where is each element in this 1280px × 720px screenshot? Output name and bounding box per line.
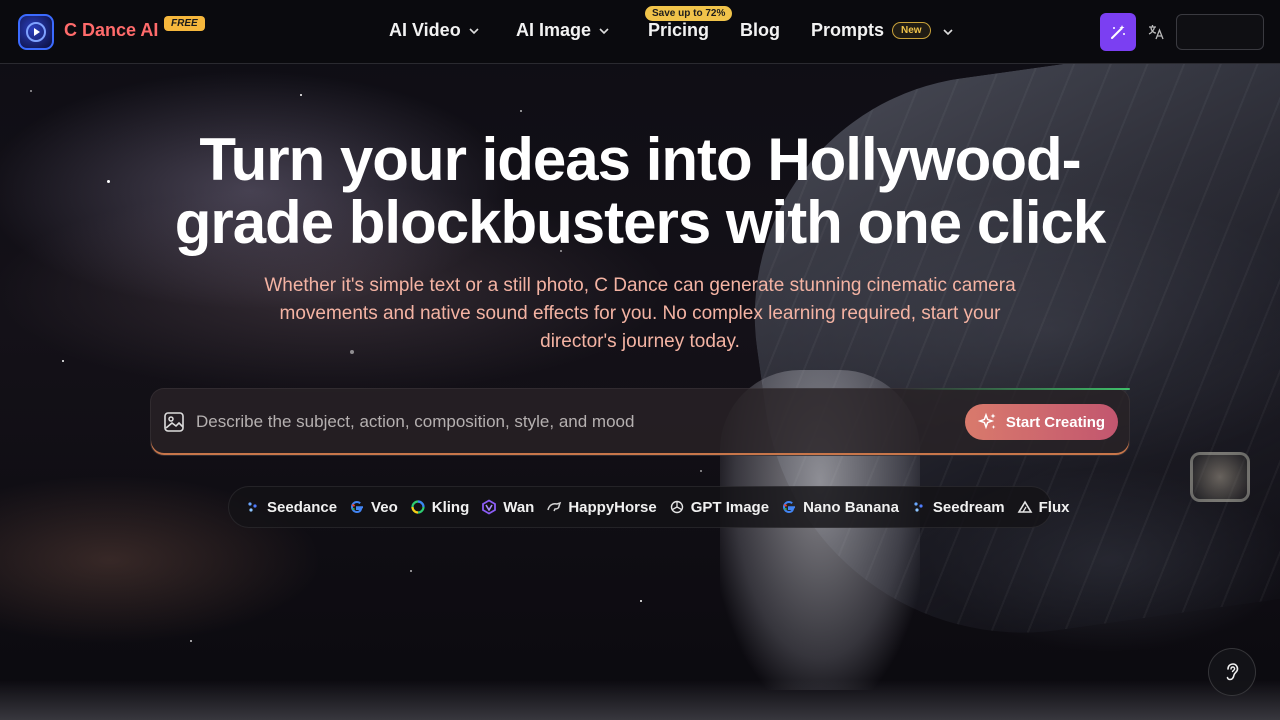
magic-wand-button[interactable]	[1100, 13, 1136, 51]
seedance-icon	[248, 502, 257, 512]
model-gpt-image[interactable]: GPT Image	[669, 499, 769, 516]
model-wan[interactable]: Wan	[481, 499, 534, 516]
start-creating-button[interactable]: Start Creating	[965, 404, 1118, 440]
chevron-down-icon[interactable]	[943, 27, 953, 37]
google-icon	[783, 500, 796, 514]
brand-name[interactable]: C Dance AI	[64, 20, 158, 41]
model-label: Nano Banana	[803, 498, 899, 516]
top-navbar: C Dance AI FREE AI Video AI Image Save u…	[0, 0, 1280, 64]
pricing-save-badge: Save up to 72%	[645, 6, 733, 21]
nav-ai-image-label: AI Image	[516, 20, 592, 40]
model-kling[interactable]: Kling	[410, 498, 470, 516]
wan-icon	[482, 499, 497, 515]
prompt-accent-line	[900, 388, 1130, 390]
image-upload-icon[interactable]	[163, 411, 185, 433]
model-label: GPT Image	[690, 498, 770, 516]
sparkle-icon	[977, 412, 996, 430]
flux-icon	[1017, 500, 1033, 513]
station-window	[1190, 452, 1250, 502]
nav-prompts-label: Prompts	[811, 20, 885, 40]
happyhorse-icon	[547, 501, 562, 512]
model-seedream[interactable]: Seedream	[911, 499, 1005, 516]
nav-blog-label: Blog	[740, 20, 780, 40]
prompts-new-badge: New	[892, 22, 931, 39]
hero-subtitle: Whether it's simple text or a still phot…	[264, 275, 1016, 352]
google-icon	[351, 500, 364, 514]
start-creating-label: Start Creating	[1005, 413, 1106, 431]
model-seedance[interactable]: Seedance	[245, 499, 337, 516]
seedream-icon	[914, 502, 923, 512]
magic-wand-icon	[1111, 25, 1125, 39]
chevron-down-icon	[599, 27, 609, 34]
model-label: Veo	[371, 498, 398, 516]
model-label: Wan	[503, 498, 535, 516]
model-nano-banana[interactable]: Nano Banana	[781, 499, 899, 516]
nav-blog[interactable]: Blog	[740, 20, 780, 41]
openai-icon	[670, 500, 683, 514]
model-label: Flux	[1038, 498, 1070, 516]
translate-icon[interactable]	[1146, 22, 1166, 42]
free-badge: FREE	[164, 16, 205, 31]
model-flux[interactable]: Flux	[1017, 498, 1070, 516]
model-label: Seedance	[267, 498, 338, 516]
models-bar: Seedance Veo Kling Wan HappyHorse GPT Im…	[228, 486, 1069, 528]
hero-title: Turn your ideas into Hollywood- grade bl…	[140, 128, 1140, 254]
model-label: Seedream	[932, 498, 1005, 516]
bottom-glow	[0, 680, 1280, 720]
nav-ai-video-label: AI Video	[389, 20, 461, 40]
kling-icon	[411, 500, 425, 514]
ear-icon	[1226, 663, 1239, 681]
chevron-down-icon	[469, 27, 479, 34]
play-logo-icon[interactable]	[18, 14, 54, 50]
nav-pricing[interactable]: Pricing	[648, 20, 709, 41]
model-veo[interactable]: Veo	[349, 499, 398, 516]
prompt-input[interactable]	[196, 404, 936, 440]
nav-prompts[interactable]: Prompts	[811, 20, 884, 41]
nav-ai-image[interactable]: AI Image	[516, 20, 609, 41]
accessibility-help-button[interactable]	[1208, 648, 1256, 696]
hero-title-line-1: Turn your ideas into Hollywood-	[199, 126, 1081, 193]
nav-pricing-label: Pricing	[648, 20, 710, 40]
model-happyhorse[interactable]: HappyHorse	[546, 498, 657, 516]
model-label: HappyHorse	[568, 498, 657, 516]
hero-background	[0, 0, 1280, 720]
nav-ai-video[interactable]: AI Video	[389, 20, 479, 41]
account-button[interactable]	[1176, 14, 1264, 50]
model-label: Kling	[431, 498, 470, 516]
hero-title-line-2: grade blockbusters with one click	[174, 189, 1107, 256]
